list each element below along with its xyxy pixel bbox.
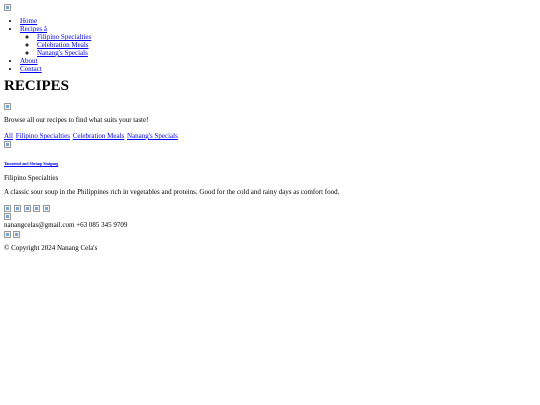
contact-email: nanangcelas@gmail.com (4, 221, 75, 229)
recipes-submenu: Filipino Specialties Celebration Meals N… (20, 33, 536, 57)
nav-link-contact[interactable]: Contact (20, 65, 42, 73)
nav-item-recipes: Recipes â Filipino Specialties Celebrati… (20, 25, 536, 57)
recipe-card-title: Tamarind and Shrimp Sinigang (4, 161, 536, 166)
broken-image-icon (4, 102, 11, 110)
submenu-item: Nanang's Specials (37, 49, 536, 57)
facebook-icon[interactable] (4, 204, 11, 212)
recipe-card-image[interactable] (4, 140, 536, 148)
email-icon (4, 230, 11, 238)
recipe-description: A classic sour soup in the Philippines r… (4, 188, 340, 196)
submenu-link-filipino-specialties[interactable]: Filipino Specialties (37, 33, 91, 41)
nav-link-about[interactable]: About (20, 57, 38, 65)
filter-filipino-specialties[interactable]: Filipino Specialties (16, 132, 70, 140)
submenu-link-nanangs-specials[interactable]: Nanang's Specials (37, 49, 88, 57)
contact-phone: +63 085 345 9709 (76, 221, 128, 229)
nav-item-home: Home (20, 17, 536, 25)
tiktok-icon[interactable] (43, 204, 50, 212)
page-title: RECIPES (4, 78, 70, 94)
youtube-icon[interactable] (33, 204, 41, 212)
filter-nanangs-specials[interactable]: Nanang's Specials (127, 132, 178, 140)
recipe-category: Filipino Specialties (4, 174, 59, 182)
nav-link-home[interactable]: Home (20, 17, 37, 25)
footer-contact: nanangcelas@gmail.com +63 085 345 9709 (4, 221, 536, 229)
logo-image-icon[interactable] (4, 3, 11, 11)
footer-icons (4, 230, 536, 238)
phone-icon (12, 230, 20, 238)
copyright: © Copyright 2024 Nanang Cela's (4, 244, 98, 252)
recipe-filters: All Filipino Specialties Celebration Mea… (4, 132, 536, 140)
submenu-item: Filipino Specialties (37, 33, 536, 41)
main-nav: Home Recipes â Filipino Specialties Cele… (4, 17, 536, 73)
nav-item-contact: Contact (20, 65, 536, 73)
social-links (4, 204, 536, 212)
submenu-link-celebration-meals[interactable]: Celebration Meals (37, 41, 89, 49)
hero-image (4, 102, 536, 110)
site-logo[interactable] (4, 3, 536, 11)
recipe-image-icon[interactable] (4, 140, 11, 148)
submenu-item: Celebration Meals (37, 41, 536, 49)
page: Home Recipes â Filipino Specialties Cele… (0, 0, 540, 255)
filter-celebration-meals[interactable]: Celebration Meals (73, 132, 125, 140)
instagram-icon[interactable] (13, 204, 21, 212)
twitter-icon[interactable] (23, 204, 31, 212)
footer-logo-icon (4, 212, 11, 220)
nav-item-about: About (20, 57, 536, 65)
recipe-title-link[interactable]: Tamarind and Shrimp Sinigang (4, 161, 58, 166)
filter-all[interactable]: All (4, 132, 13, 140)
page-intro: Browse all our recipes to find what suit… (4, 116, 149, 124)
footer-logo (4, 212, 536, 220)
nav-link-recipes[interactable]: Recipes â (20, 25, 47, 33)
